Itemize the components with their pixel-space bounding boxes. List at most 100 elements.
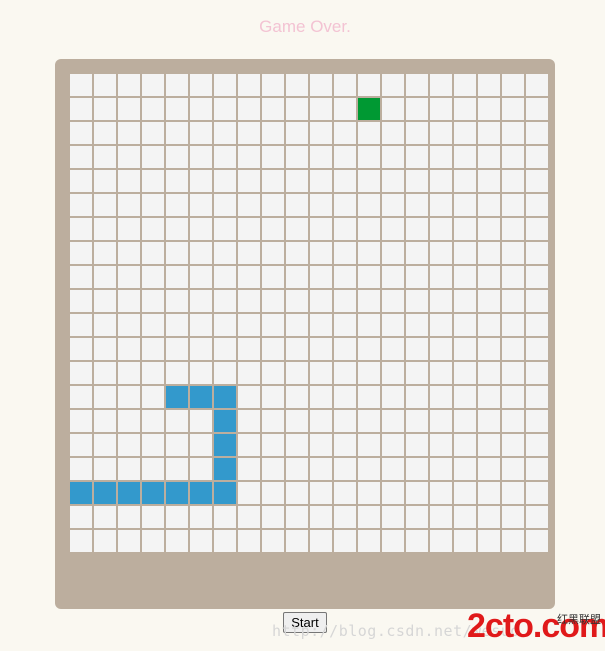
grid-cell	[526, 530, 548, 552]
grid-cell	[286, 266, 308, 288]
grid-cell	[502, 482, 524, 504]
grid-cell	[478, 338, 500, 360]
grid-cell	[118, 242, 140, 264]
grid-cell	[238, 74, 260, 96]
grid-cell	[118, 170, 140, 192]
grid-cell	[238, 314, 260, 336]
grid-cell	[406, 74, 428, 96]
grid-cell	[142, 98, 164, 120]
grid-cell	[526, 434, 548, 456]
grid-cell	[238, 242, 260, 264]
grid-cell	[118, 218, 140, 240]
snake-segment	[166, 482, 188, 504]
grid-cell	[358, 242, 380, 264]
grid-cell	[166, 290, 188, 312]
grid-cell	[454, 338, 476, 360]
grid-cell	[118, 146, 140, 168]
grid-cell	[454, 314, 476, 336]
grid-cell	[334, 266, 356, 288]
grid-cell	[310, 506, 332, 528]
grid-cell	[382, 530, 404, 552]
grid-cell	[502, 170, 524, 192]
grid-cell	[190, 338, 212, 360]
grid-cell	[190, 122, 212, 144]
grid-cell	[310, 266, 332, 288]
grid-cell	[406, 434, 428, 456]
grid-cell	[214, 266, 236, 288]
grid-cell	[214, 194, 236, 216]
grid-cell	[478, 386, 500, 408]
grid-cell	[190, 530, 212, 552]
grid-cell	[238, 218, 260, 240]
grid-cell	[238, 458, 260, 480]
grid-cell	[502, 74, 524, 96]
grid-cell	[478, 266, 500, 288]
grid-cell	[214, 146, 236, 168]
grid-cell	[142, 506, 164, 528]
grid-cell	[214, 98, 236, 120]
grid-cell	[262, 386, 284, 408]
grid-cell	[310, 194, 332, 216]
grid-cell	[70, 242, 92, 264]
grid-cell	[310, 122, 332, 144]
grid-cell	[142, 314, 164, 336]
grid-cell	[406, 314, 428, 336]
grid-cell	[166, 74, 188, 96]
grid-cell	[286, 170, 308, 192]
grid-cell	[334, 482, 356, 504]
grid-cell	[358, 266, 380, 288]
grid-cell	[286, 434, 308, 456]
grid-cell	[190, 434, 212, 456]
grid-cell	[478, 218, 500, 240]
grid-cell	[382, 362, 404, 384]
grid-cell	[262, 218, 284, 240]
grid-cell	[502, 218, 524, 240]
grid-cell	[214, 122, 236, 144]
grid-cell	[70, 194, 92, 216]
grid-cell	[262, 194, 284, 216]
grid-cell	[310, 410, 332, 432]
grid-cell	[190, 98, 212, 120]
grid-cell	[262, 506, 284, 528]
grid-cell	[526, 146, 548, 168]
grid-cell	[94, 506, 116, 528]
grid-cell	[238, 266, 260, 288]
grid-cell	[430, 290, 452, 312]
grid-cell	[478, 146, 500, 168]
grid-cell	[238, 290, 260, 312]
grid-cell	[382, 506, 404, 528]
grid-cell	[166, 266, 188, 288]
grid-cell	[94, 98, 116, 120]
grid-cell	[262, 434, 284, 456]
grid-cell	[526, 290, 548, 312]
grid-cell	[334, 122, 356, 144]
grid-cell	[94, 194, 116, 216]
grid-cell	[166, 410, 188, 432]
grid-cell	[142, 194, 164, 216]
grid-cell	[190, 314, 212, 336]
grid-cell	[430, 314, 452, 336]
grid-cell	[118, 506, 140, 528]
grid-cell	[142, 122, 164, 144]
grid-cell	[142, 74, 164, 96]
grid-cell	[334, 530, 356, 552]
grid-cell	[262, 146, 284, 168]
grid-cell	[454, 242, 476, 264]
grid-cell	[526, 194, 548, 216]
grid-cell	[118, 386, 140, 408]
grid-cell	[454, 74, 476, 96]
grid-cell	[262, 458, 284, 480]
grid-cell	[70, 338, 92, 360]
grid-cell	[526, 362, 548, 384]
grid-cell	[406, 170, 428, 192]
grid-cell	[478, 458, 500, 480]
grid-cell	[286, 218, 308, 240]
snake-segment	[214, 458, 236, 480]
grid-cell	[502, 194, 524, 216]
grid-cell	[262, 242, 284, 264]
snake-segment	[118, 482, 140, 504]
grid-cell	[310, 98, 332, 120]
grid-cell	[334, 290, 356, 312]
grid-cell	[190, 194, 212, 216]
grid-cell	[70, 458, 92, 480]
